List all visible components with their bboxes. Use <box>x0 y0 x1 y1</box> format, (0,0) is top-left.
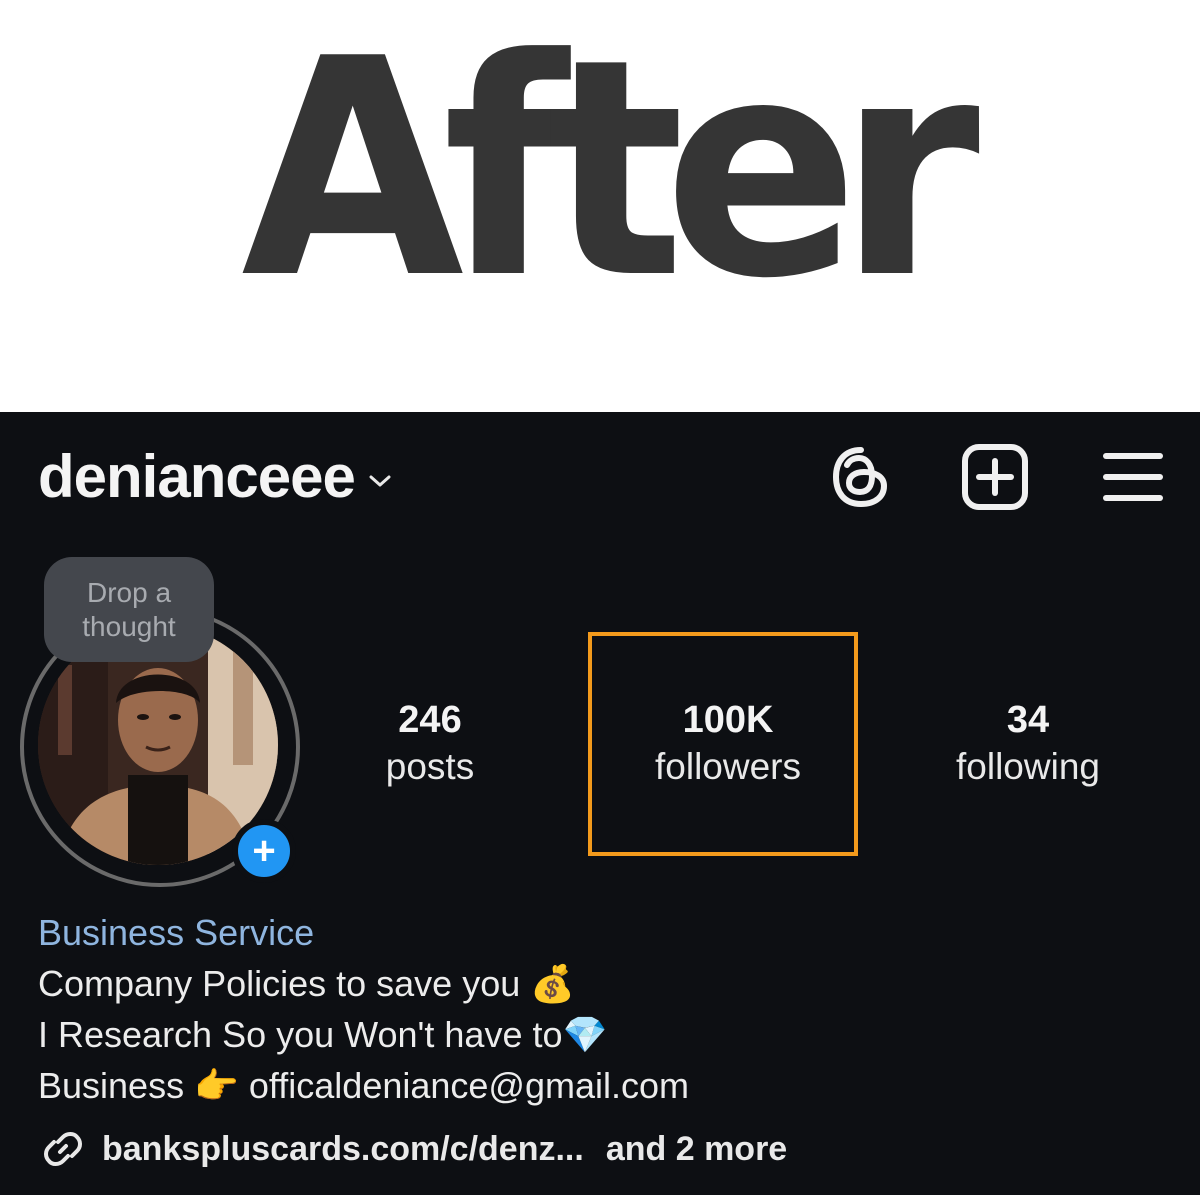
posts-label: posts <box>385 746 475 787</box>
threads-icon[interactable] <box>826 442 896 512</box>
profile-username: denianceee <box>38 443 356 510</box>
instagram-profile-screen: denianceee + Drop a thought 246 posts 10… <box>0 412 1200 1195</box>
bio-line-2: I Research So you Won't have to💎 <box>38 1014 608 1055</box>
followers-highlight-box <box>588 632 858 856</box>
following-count: 34 <box>1006 699 1050 741</box>
bio-line-1: Company Policies to save you 💰 <box>38 963 576 1004</box>
bio-links[interactable]: bankspluscards.com/c/denz... and 2 more <box>38 1124 787 1174</box>
note-text: Drop a thought <box>82 576 176 642</box>
bio-link-more[interactable]: and 2 more <box>606 1130 787 1169</box>
banner-title: After <box>241 0 980 344</box>
after-banner: After <box>0 0 1200 412</box>
profile-bio: Business Service Company Policies to sav… <box>38 907 689 1111</box>
note-bubble[interactable]: Drop a thought <box>44 557 214 662</box>
username-switcher[interactable]: denianceee <box>38 442 395 511</box>
posts-stat[interactable]: 246 posts <box>310 696 550 790</box>
link-icon <box>44 1132 82 1166</box>
following-stat[interactable]: 34 following <box>908 696 1148 790</box>
add-story-button[interactable]: + <box>232 819 296 883</box>
hamburger-menu-icon[interactable] <box>1098 442 1168 512</box>
add-square-icon[interactable] <box>960 442 1030 512</box>
posts-count: 246 <box>398 699 462 741</box>
bio-category: Business Service <box>38 912 315 953</box>
bio-link-url[interactable]: bankspluscards.com/c/denz... <box>102 1130 584 1169</box>
chevron-down-icon <box>369 475 391 486</box>
bio-line-3[interactable]: Business 👉 officaldeniance@gmail.com <box>38 1060 689 1111</box>
following-label: following <box>956 746 1100 787</box>
